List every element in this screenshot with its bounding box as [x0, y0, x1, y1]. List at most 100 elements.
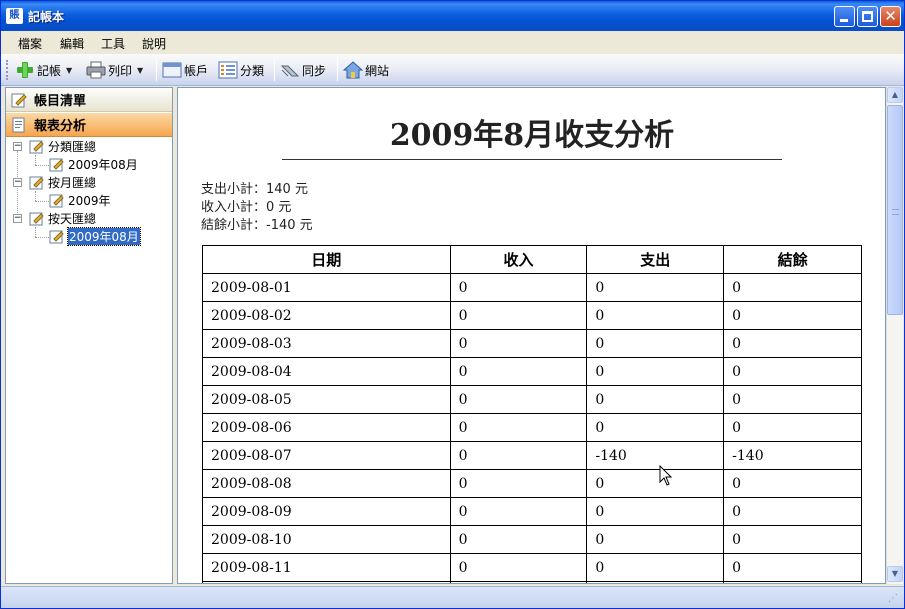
cell-income: [449, 581, 588, 583]
tree-node-by-month[interactable]: 按月匯總: [29, 174, 96, 191]
cell-expense: 0: [586, 357, 725, 386]
record-dropdown-icon[interactable]: ▼: [66, 66, 72, 75]
menu-bar: 檔案 編輯 工具 說明: [1, 31, 904, 53]
table-row: 2009-08-05 0 0 0: [202, 385, 862, 414]
expander-collapse-icon[interactable]: −: [13, 178, 22, 187]
tree-node-by-day-child[interactable]: 2009年08月: [49, 227, 141, 246]
scroll-up-button[interactable]: ▲: [887, 87, 903, 103]
cell-date: 2009-08-07: [202, 441, 451, 470]
print-dropdown-icon[interactable]: ▼: [137, 66, 143, 75]
cell-balance: 0: [723, 385, 862, 414]
cell-date: 2009-08-11: [202, 553, 451, 582]
menu-tools[interactable]: 工具: [101, 35, 125, 52]
cell-date: 2009-08-01: [202, 273, 451, 302]
cell-balance: 0: [723, 525, 862, 554]
table-row: 2009-08-03 0 0 0: [202, 329, 862, 358]
nav-ledger-button[interactable]: 帳目清單: [6, 88, 172, 112]
cell-income: 0: [449, 525, 588, 554]
expander-collapse-icon[interactable]: −: [13, 142, 22, 151]
table-row: 2009-08-11 0 0 0: [202, 553, 862, 582]
cell-expense: 0: [586, 413, 725, 442]
tree-node-by-category-child[interactable]: 2009年08月: [49, 156, 138, 173]
balance-subtotal: 結餘小計：-140 元: [201, 218, 313, 233]
expander-collapse-icon[interactable]: −: [13, 214, 22, 223]
cell-expense: 0: [586, 385, 725, 414]
cell-expense: -140: [586, 441, 725, 470]
accounts-button[interactable]: 帳戶: [162, 58, 208, 82]
menu-edit[interactable]: 編輯: [60, 35, 84, 52]
table-row: 2009-08-04 0 0 0: [202, 357, 862, 386]
toolbar-separator: [156, 59, 157, 81]
cell-expense: 0: [586, 553, 725, 582]
nav-reports-label: 報表分析: [34, 119, 87, 134]
sync-icon: [280, 60, 300, 80]
tree-node-by-month-child[interactable]: 2009年: [49, 192, 111, 209]
panel-splitter[interactable]: [173, 87, 176, 584]
report-table: 日期 收入 支出 結餘 2009-08-01 0 0 0 2009-08-02 0 0 0 20…: [202, 245, 862, 583]
nav-reports-button[interactable]: 報表分析: [6, 113, 172, 137]
cell-income: 0: [449, 553, 588, 582]
report-icon: [11, 117, 27, 133]
scroll-thumb[interactable]: [887, 105, 903, 315]
cell-date: 2009-08-04: [202, 357, 451, 386]
website-button[interactable]: 網站: [342, 58, 389, 82]
tree-node-by-category[interactable]: 分類匯總: [29, 138, 96, 155]
table-row: 2009-08-07 0 -140 -140: [202, 441, 862, 470]
tree-node-label: 2009年08月: [68, 158, 138, 172]
sync-button[interactable]: 同步: [280, 58, 326, 82]
print-button[interactable]: 列印 ▼: [86, 58, 143, 82]
resize-grip-icon[interactable]: ⋰: [888, 593, 900, 605]
toolbar-grip[interactable]: [6, 60, 9, 80]
table-row: [202, 581, 862, 583]
categories-icon: [218, 60, 238, 80]
cell-expense: 0: [586, 525, 725, 554]
categories-button[interactable]: 分類: [218, 58, 264, 82]
cell-date: 2009-08-08: [202, 469, 451, 498]
table-row: 2009-08-01 0 0 0: [202, 273, 862, 302]
cell-balance: 0: [723, 357, 862, 386]
menu-file[interactable]: 檔案: [18, 35, 42, 52]
tree-line: [35, 155, 36, 165]
tree-line: [35, 165, 49, 166]
title-divider: [282, 159, 782, 160]
toolbar-separator: [274, 59, 275, 81]
tree-node-by-day[interactable]: 按天匯總: [29, 210, 96, 227]
tree-line: [35, 227, 36, 237]
add-icon: [15, 60, 35, 80]
table-row: 2009-08-06 0 0 0: [202, 413, 862, 442]
cell-balance: 0: [723, 553, 862, 582]
menu-help[interactable]: 說明: [142, 35, 166, 52]
toolbar: 記帳 ▼ 列印 ▼ 帳戶 分類 同步 網站: [1, 54, 904, 86]
accounts-label: 帳戶: [184, 63, 209, 78]
cell-income: 0: [449, 329, 588, 358]
categories-label: 分類: [240, 63, 265, 78]
close-button[interactable]: ✕: [880, 6, 901, 27]
report-page-icon: [49, 157, 65, 172]
tree-node-label: 按月匯總: [48, 176, 97, 190]
status-bar: ⋰: [1, 586, 904, 608]
vertical-scrollbar[interactable]: ▲ ▼: [886, 87, 903, 584]
minimize-button[interactable]: [834, 6, 855, 27]
report-title: 2009年8月收支分析: [389, 118, 675, 153]
folder-report-icon: [29, 211, 45, 226]
window-title: 記帳本: [28, 10, 65, 24]
cell-balance: 0: [723, 497, 862, 526]
tree-line: [35, 191, 36, 201]
cell-date: 2009-08-10: [202, 525, 451, 554]
close-icon: ✕: [884, 7, 897, 25]
app-window: 賬 記帳本 ✕ 檔案 編輯 工具 說明 記帳 ▼ 列印 ▼ 帳戶 分類 同步 網…: [0, 0, 905, 609]
record-button[interactable]: 記帳 ▼: [15, 58, 72, 82]
home-icon: [342, 60, 364, 80]
cell-balance: 0: [723, 329, 862, 358]
cell-income: 0: [449, 469, 588, 498]
nav-ledger-label: 帳目清單: [34, 94, 87, 109]
cell-date: 2009-08-06: [202, 413, 451, 442]
maximize-button[interactable]: [857, 6, 878, 27]
cell-income: 0: [449, 385, 588, 414]
cell-expense: 0: [586, 469, 725, 498]
cell-date: 2009-08-02: [202, 301, 451, 330]
title-bar[interactable]: 賬 記帳本 ✕: [1, 1, 904, 31]
scroll-down-button[interactable]: ▼: [887, 566, 903, 582]
column-header-expense: 支出: [586, 245, 725, 274]
cell-balance: 0: [723, 301, 862, 330]
